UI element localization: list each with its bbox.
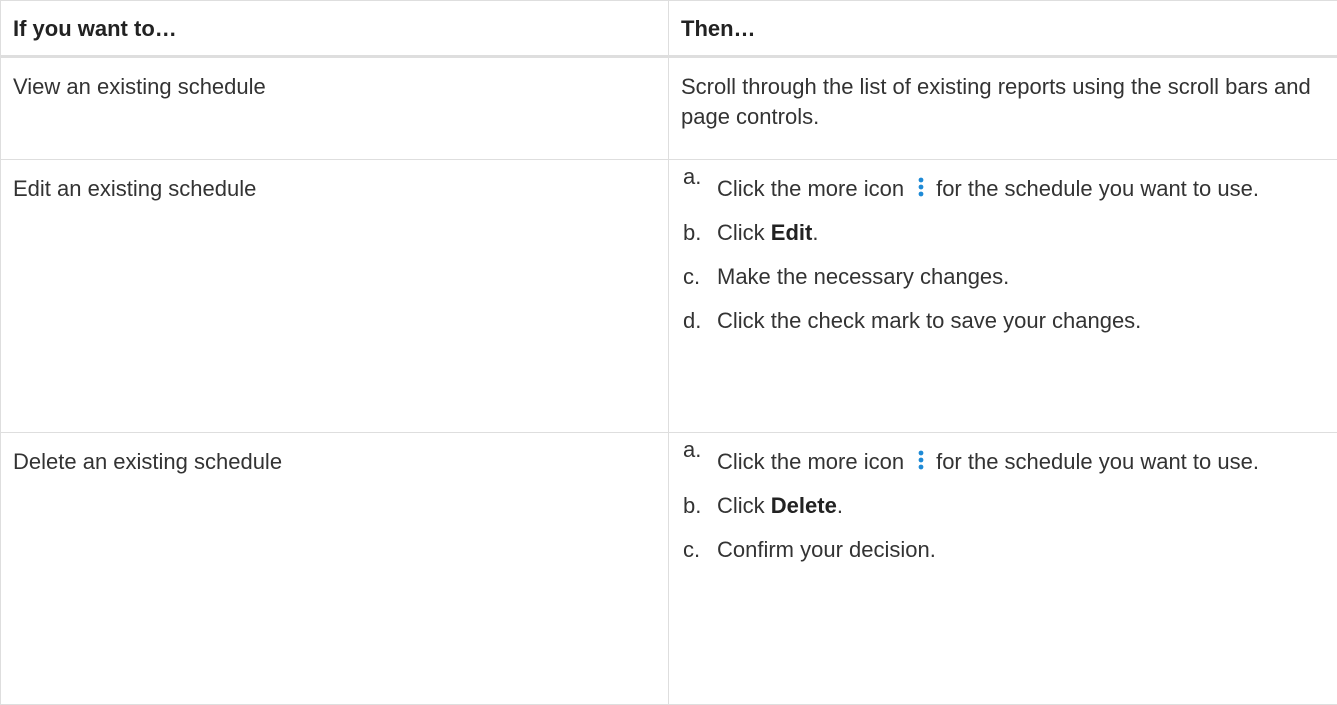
step-text-pre: Click the more icon bbox=[717, 176, 904, 201]
step-text: Click the check mark to save your change… bbox=[717, 306, 1313, 336]
table-row: View an existing schedule Scroll through… bbox=[1, 57, 1337, 160]
step-marker: a. bbox=[681, 162, 717, 192]
step-marker: b. bbox=[681, 218, 717, 248]
step-text: Click the more icon for the schedule you … bbox=[717, 174, 1313, 204]
step-text-pre: Click bbox=[717, 220, 771, 245]
more-icon bbox=[912, 449, 930, 471]
list-item: a. Click the more iconfor the schedule y… bbox=[681, 174, 1313, 204]
table-header-row: If you want to… Then… bbox=[1, 1, 1337, 57]
list-item: d. Click the check mark to save your cha… bbox=[681, 306, 1313, 336]
table-row: Delete an existing schedule a. Click the… bbox=[1, 433, 1337, 705]
step-text-pre: Click bbox=[717, 493, 771, 518]
delete-steps-list: a. Click the more iconfor the schedule y… bbox=[681, 447, 1313, 565]
step-marker: b. bbox=[681, 491, 717, 521]
list-item: a. Click the more iconfor the schedule y… bbox=[681, 447, 1313, 477]
step-text: Click the more icon for the schedule you … bbox=[717, 447, 1313, 477]
list-item: c. Confirm your decision. bbox=[681, 535, 1313, 565]
table-row: Edit an existing schedule a. Click the m… bbox=[1, 160, 1337, 433]
then-cell-delete: a. Click the more icon for the schedule y… bbox=[669, 433, 1337, 705]
edit-keyword: Edit bbox=[771, 220, 813, 245]
schedule-actions-table: If you want to… Then… View an existing s… bbox=[0, 0, 1337, 705]
step-text: Click Edit. bbox=[717, 218, 1313, 248]
delete-keyword: Delete bbox=[771, 493, 837, 518]
step-text: Make the necessary changes. bbox=[717, 262, 1313, 292]
list-item: b. Click Delete. bbox=[681, 491, 1313, 521]
step-text-post: for the schedule you want to use. bbox=[936, 449, 1259, 474]
step-text-post: . bbox=[837, 493, 843, 518]
then-cell-view: Scroll through the list of existing repo… bbox=[669, 57, 1337, 160]
step-marker: c. bbox=[681, 535, 717, 565]
step-marker: a. bbox=[681, 435, 717, 465]
then-cell-edit: a. Click the more icon for the schedule y… bbox=[669, 160, 1337, 433]
list-item: c. Make the necessary changes. bbox=[681, 262, 1313, 292]
step-text-post: for the schedule you want to use. bbox=[936, 176, 1259, 201]
step-marker: d. bbox=[681, 306, 717, 336]
action-cell-view: View an existing schedule bbox=[1, 57, 669, 160]
header-then: Then… bbox=[669, 1, 1337, 57]
header-if-you-want-to: If you want to… bbox=[1, 1, 669, 57]
list-item: b. Click Edit. bbox=[681, 218, 1313, 248]
step-marker: c. bbox=[681, 262, 717, 292]
step-text: Click Delete. bbox=[717, 491, 1313, 521]
action-cell-edit: Edit an existing schedule bbox=[1, 160, 669, 433]
edit-steps-list: a. Click the more iconfor the schedule y… bbox=[681, 174, 1313, 336]
step-text-post: . bbox=[812, 220, 818, 245]
step-text-pre: Click the more icon bbox=[717, 449, 904, 474]
action-cell-delete: Delete an existing schedule bbox=[1, 433, 669, 705]
step-text: Confirm your decision. bbox=[717, 535, 1313, 565]
more-icon bbox=[912, 176, 930, 198]
